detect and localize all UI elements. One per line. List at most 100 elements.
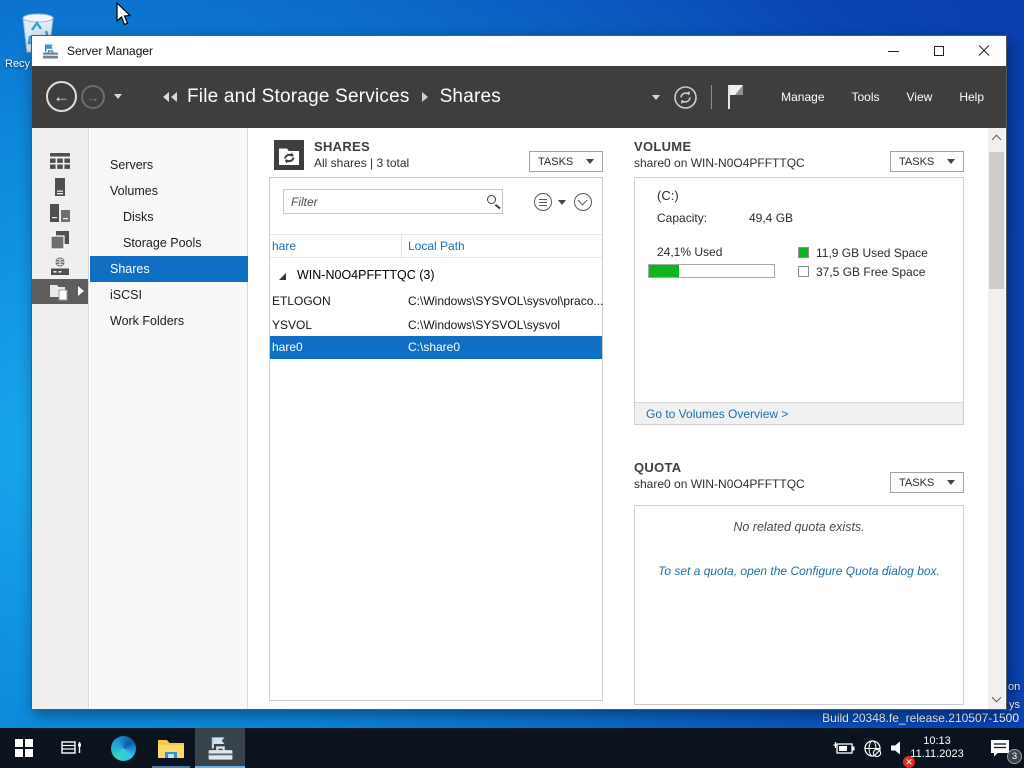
vertical-scrollbar[interactable]	[988, 128, 1005, 709]
used-space-bar-fill	[649, 265, 679, 277]
forward-button[interactable]: →	[81, 85, 105, 109]
capacity-label: Capacity:	[657, 211, 707, 225]
battery-power-icon	[833, 741, 855, 755]
group-expander-icon[interactable]	[279, 273, 286, 280]
clock-tray-button[interactable]: 10:13 11.11.2023	[905, 728, 969, 768]
minimize-button[interactable]	[871, 36, 916, 66]
start-button[interactable]	[0, 728, 48, 768]
menu-help[interactable]: Help	[959, 90, 984, 104]
tasks-caret-icon	[586, 159, 594, 164]
windows-logo-icon	[15, 739, 33, 757]
capacity-value: 49,4 GB	[749, 211, 793, 225]
sidebar-item-shares[interactable]: Shares	[90, 256, 248, 282]
task-view-button[interactable]	[48, 728, 96, 768]
quota-empty-text: No related quota exists.	[635, 520, 963, 534]
volumes-overview-link[interactable]: Go to Volumes Overview >	[646, 407, 788, 421]
network-tray-button[interactable]	[858, 728, 886, 768]
column-header-local-path[interactable]: Local Path	[408, 239, 465, 253]
sidebar-nav: Servers Volumes Disks Storage Pools Shar…	[90, 128, 248, 709]
shares-list: hare Local Path WIN-N0O4PFFTTQC (3) ETLO…	[269, 177, 603, 701]
action-center-button[interactable]: 3	[982, 728, 1018, 768]
search-icon	[487, 195, 496, 204]
sidebar-item-iscsi[interactable]: iSCSI	[90, 282, 248, 308]
filter-input[interactable]	[283, 189, 503, 214]
shares-subheading: All shares | 3 total	[314, 156, 409, 170]
all-servers-icon[interactable]	[32, 201, 88, 225]
configure-quota-link[interactable]: To set a quota, open the Configure Quota…	[635, 564, 963, 578]
recycle-bin-label: Recy	[5, 58, 30, 70]
tasks-caret-icon	[947, 159, 955, 164]
volume-tasks-button[interactable]: TASKS	[890, 151, 964, 172]
maximize-button[interactable]	[916, 36, 961, 66]
scroll-down-icon[interactable]	[992, 693, 1002, 703]
used-space-bar	[648, 264, 775, 278]
taskbar: ✕ 10:13 11.11.2023 3	[0, 728, 1024, 768]
navigation-bar: ← → File and Storage Services Shares	[32, 66, 1006, 128]
table-row[interactable]: YSVOL C:\Windows\SYSVOL\sysvol	[270, 314, 602, 336]
table-header: hare Local Path	[270, 234, 602, 258]
server-group-row[interactable]: WIN-N0O4PFFTTQC (3)	[270, 264, 602, 290]
file-explorer-button[interactable]	[147, 728, 195, 768]
used-space-label: 11,9 GB Used Space	[816, 246, 928, 260]
shares-tasks-button[interactable]: TASKS	[529, 151, 603, 172]
volume-subheading: share0 on WIN-N0O4PFFTTQC	[634, 156, 805, 170]
notifications-flag-icon[interactable]	[725, 83, 745, 111]
collapse-panel-button[interactable]	[574, 193, 592, 211]
table-row-selected[interactable]: hare0 C:\share0	[270, 336, 602, 359]
breadcrumb-up-icon[interactable]	[163, 92, 177, 102]
file-explorer-icon	[157, 737, 185, 759]
file-and-storage-services-icon[interactable]	[32, 279, 88, 304]
quota-heading: QUOTA	[634, 460, 681, 475]
menu-view[interactable]: View	[907, 90, 933, 104]
server-manager-taskbar-button[interactable]	[195, 728, 245, 768]
refresh-icon[interactable]	[673, 85, 698, 110]
ad-ds-icon[interactable]	[32, 228, 88, 252]
table-row[interactable]: ETLOGON C:\Windows\SYSVOL\sysvol\praco..…	[270, 290, 602, 314]
globe-no-network-icon	[863, 739, 882, 758]
task-view-icon	[61, 739, 83, 757]
menu-manage[interactable]: Manage	[781, 90, 824, 104]
local-server-icon[interactable]	[32, 175, 88, 199]
dns-icon[interactable]	[32, 254, 88, 278]
column-header-share[interactable]: hare	[272, 239, 296, 253]
breadcrumb-root[interactable]: File and Storage Services	[187, 86, 410, 108]
breadcrumb-dropdown-icon[interactable]	[652, 95, 660, 100]
role-icon-strip	[32, 128, 89, 709]
details-panel: VOLUME share0 on WIN-N0O4PFFTTQC TASKS (…	[619, 128, 990, 709]
menu-bar: Manage Tools View Help	[781, 66, 984, 128]
close-button[interactable]	[961, 36, 1006, 66]
view-dropdown-icon[interactable]	[558, 200, 566, 205]
server-manager-window: Server Manager ← → File and Storage Serv…	[31, 35, 1007, 710]
clock-time: 10:13	[923, 735, 951, 749]
sidebar-item-volumes[interactable]: Volumes	[90, 178, 248, 204]
volume-drive-label: (C:)	[657, 188, 679, 203]
scroll-up-icon[interactable]	[992, 135, 1002, 145]
dashboard-icon[interactable]	[32, 149, 88, 173]
menu-tools[interactable]: Tools	[852, 90, 880, 104]
group-label: WIN-N0O4PFFTTQC (3)	[297, 268, 435, 282]
clock-date: 11.11.2023	[910, 748, 963, 762]
quota-tasks-button[interactable]: TASKS	[890, 472, 964, 493]
tasks-caret-icon	[947, 480, 955, 485]
mouse-cursor	[116, 2, 133, 27]
power-tray-button[interactable]	[830, 728, 858, 768]
back-button[interactable]: ←	[46, 81, 77, 112]
title-bar: Server Manager	[32, 36, 1006, 66]
desktop-icon-label-fragment: on	[1008, 681, 1020, 693]
sidebar-item-storage-pools[interactable]: Storage Pools	[90, 230, 248, 256]
scrollbar-thumb[interactable]	[989, 152, 1004, 289]
list-view-button[interactable]	[534, 193, 552, 211]
sidebar-item-work-folders[interactable]: Work Folders	[90, 308, 248, 334]
notification-count-badge: 3	[1007, 749, 1022, 764]
quota-box: No related quota exists. To set a quota,…	[634, 505, 964, 705]
history-dropdown-icon[interactable]	[114, 94, 122, 99]
breadcrumb-current: Shares	[440, 86, 501, 108]
sidebar-item-servers[interactable]: Servers	[90, 152, 248, 178]
edge-button[interactable]	[99, 728, 147, 768]
shares-panel-icon	[274, 140, 304, 170]
used-space-swatch	[798, 247, 809, 258]
column-divider	[401, 234, 402, 258]
window-content: Servers Volumes Disks Storage Pools Shar…	[32, 128, 1006, 709]
sidebar-item-disks[interactable]: Disks	[90, 204, 248, 230]
strip-expand-arrow-icon	[78, 286, 84, 296]
